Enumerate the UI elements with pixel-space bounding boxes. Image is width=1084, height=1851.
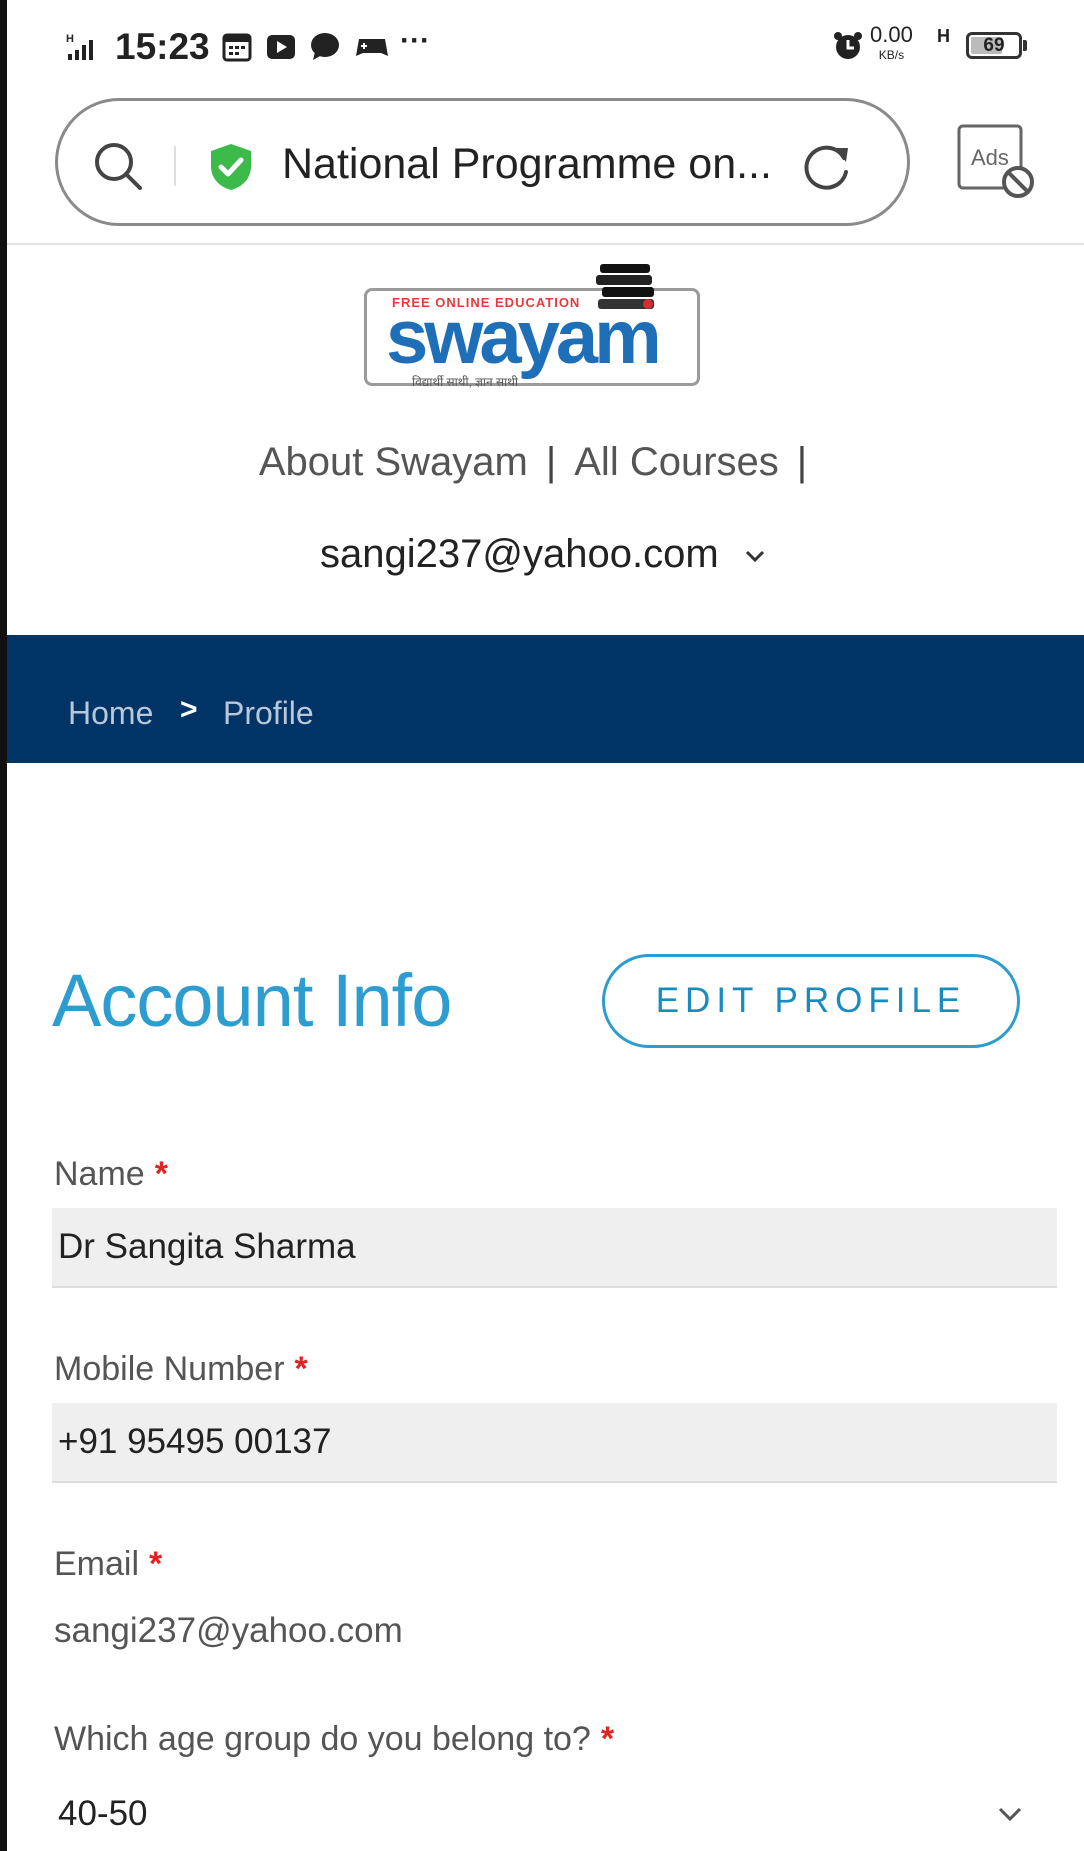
swayam-logo[interactable]: FREE ONLINE EDUCATION swayam विद्यार्थी … — [362, 258, 704, 392]
ads-label: Ads — [971, 145, 1009, 170]
books-icon — [596, 264, 654, 309]
battery-nub — [1023, 40, 1027, 51]
nav-separator: | — [545, 440, 557, 484]
nav-separator: | — [796, 440, 808, 484]
required-mark: * — [154, 1155, 168, 1193]
network-type: H — [937, 26, 950, 46]
top-nav: About Swayam | All Courses | — [0, 440, 1084, 485]
left-edge-bar — [0, 0, 7, 1851]
user-menu[interactable]: sangi237@yahoo.com — [320, 532, 766, 577]
age-group-label: Which age group do you belong to? * — [54, 1720, 614, 1759]
gamepad-icon — [356, 39, 388, 56]
edit-profile-button[interactable]: EDIT PROFILE — [602, 954, 1020, 1048]
breadcrumb-home[interactable]: Home — [68, 695, 153, 732]
name-field[interactable] — [52, 1208, 1057, 1288]
breadcrumb-profile: Profile — [223, 695, 314, 731]
network-speed-unit: KB/s — [878, 48, 905, 62]
network-speed: 0.00 KB/s — [870, 22, 913, 65]
header-divider — [7, 243, 1084, 245]
breadcrumb — [7, 635, 1084, 763]
more-notifications: ··· — [400, 24, 430, 57]
user-email: sangi237@yahoo.com — [320, 532, 719, 576]
alarm-icon — [834, 32, 862, 59]
chat-icon — [311, 33, 339, 60]
nav-about-swayam[interactable]: About Swayam — [259, 440, 528, 484]
email-value: sangi237@yahoo.com — [54, 1611, 403, 1650]
status-bar: H 15:23 ··· 0.00 KB/s H 69 — [0, 0, 1084, 95]
chevron-down-icon[interactable] — [996, 1805, 1024, 1823]
address-divider — [174, 146, 176, 186]
mobile-label-text: Mobile Number — [54, 1350, 285, 1388]
search-icon[interactable] — [92, 140, 144, 192]
network-speed-value: 0.00 — [870, 22, 913, 47]
youtube-icon — [267, 35, 295, 59]
chevron-down-icon — [745, 551, 764, 563]
ad-block-icon[interactable]: Ads — [955, 124, 1037, 206]
signal-icon: H — [66, 33, 93, 60]
status-time: 15:23 — [115, 26, 210, 67]
logo-wordmark: swayam — [386, 295, 662, 380]
required-mark: * — [294, 1350, 308, 1388]
nav-all-courses[interactable]: All Courses — [574, 440, 779, 484]
breadcrumb-separator: > — [180, 693, 198, 726]
calendar-icon — [222, 33, 252, 62]
required-mark: * — [149, 1545, 163, 1583]
secure-shield-icon — [211, 144, 251, 190]
mobile-number-field[interactable] — [52, 1403, 1057, 1483]
name-label: Name * — [54, 1155, 168, 1194]
logo-subtitle: विद्यार्थी साथी, ज्ञान साथी — [412, 375, 519, 389]
name-label-text: Name — [54, 1155, 145, 1193]
page-title[interactable]: National Programme on... — [282, 140, 772, 189]
battery-level: 69 — [983, 35, 1005, 56]
account-info-heading: Account Info — [52, 959, 452, 1042]
age-group-label-text: Which age group do you belong to? — [54, 1720, 591, 1758]
email-label-text: Email — [54, 1545, 140, 1583]
age-group-select[interactable]: 40-50 — [58, 1794, 148, 1834]
required-mark: * — [600, 1720, 615, 1758]
email-label: Email * — [54, 1545, 162, 1584]
svg-text:H: H — [66, 33, 74, 45]
reload-icon[interactable] — [800, 138, 856, 194]
battery-icon: 69 — [966, 32, 1022, 59]
mobile-label: Mobile Number * — [54, 1350, 308, 1389]
